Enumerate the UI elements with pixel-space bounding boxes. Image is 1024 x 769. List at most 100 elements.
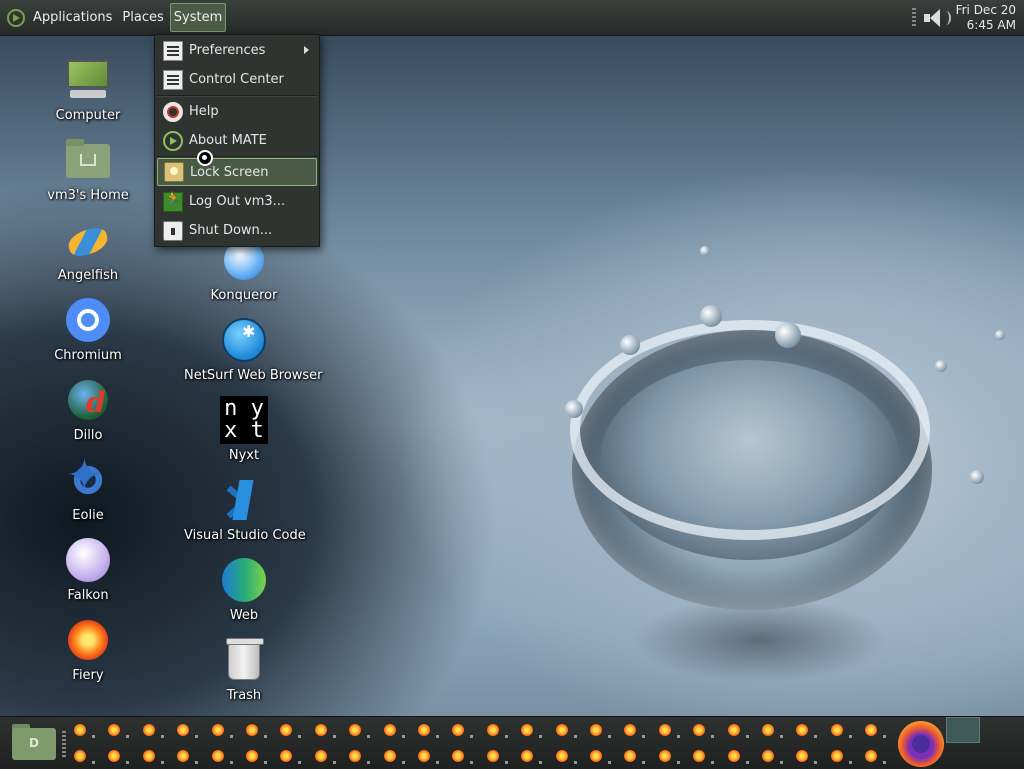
window-list-item-icon[interactable]	[796, 724, 809, 736]
home-folder-icon	[64, 136, 112, 184]
window-list-item-icon[interactable]	[727, 724, 740, 736]
window-list-item-icon[interactable]	[452, 750, 465, 762]
submenu-arrow-icon	[304, 46, 309, 54]
window-list-separator	[814, 735, 818, 738]
window-list-item-icon[interactable]	[280, 750, 293, 762]
window-list-item-icon[interactable]	[521, 724, 534, 736]
window-list-item-icon[interactable]	[796, 750, 809, 762]
places-menu[interactable]: Places	[118, 6, 167, 29]
window-list-separator	[401, 761, 405, 764]
window-list-item-icon[interactable]	[865, 750, 878, 762]
window-list-item-icon[interactable]	[246, 724, 258, 736]
window-list-separator	[92, 735, 95, 738]
window-list-item-icon[interactable]	[383, 750, 396, 762]
window-list-item-icon[interactable]	[246, 750, 258, 762]
window-list-item-icon[interactable]	[280, 724, 293, 736]
desktop-icon-label: Angelfish	[57, 268, 119, 283]
window-list-item-icon[interactable]	[108, 724, 121, 736]
window-list-item-icon[interactable]	[211, 750, 224, 762]
window-list-item-icon[interactable]	[383, 724, 396, 736]
eolie-icon	[64, 450, 112, 504]
clock-date: Fri Dec 20	[955, 2, 1016, 17]
window-list-separator	[195, 735, 199, 738]
log-out-icon	[163, 191, 183, 212]
dillo-icon: d	[64, 376, 112, 424]
window-list-item-icon[interactable]	[314, 750, 327, 762]
file-manager-letter: D	[29, 736, 39, 750]
window-list-item-icon[interactable]	[349, 750, 362, 762]
window-list-item-icon[interactable]	[74, 724, 86, 736]
window-list-item-icon[interactable]	[142, 750, 155, 762]
window-list-item-icon[interactable]	[452, 724, 465, 736]
window-list-item-icon[interactable]	[693, 724, 706, 736]
menu-item-about-mate[interactable]: About MATE	[157, 127, 317, 154]
menu-item-label: Lock Screen	[190, 164, 269, 180]
window-list-item-icon[interactable]	[624, 724, 637, 736]
window-list-item-icon[interactable]	[177, 750, 190, 762]
desktop-icon-home[interactable]: vm3's Home	[28, 136, 148, 203]
window-list-separator	[229, 735, 233, 738]
window-list-item-icon[interactable]	[590, 724, 602, 736]
menu-item-control-center[interactable]: Control Center	[157, 66, 317, 93]
window-list-item-icon[interactable]	[830, 724, 843, 736]
window-list-item-icon[interactable]	[521, 750, 534, 762]
desktop-icon-computer[interactable]: Computer	[28, 56, 148, 123]
file-manager-icon[interactable]: D	[12, 722, 56, 762]
top-panel: Applications Places System Fri Dec 20 6:…	[0, 0, 1024, 36]
window-list-item-icon[interactable]	[590, 750, 602, 762]
desktop-icon-chromium[interactable]: Chromium	[28, 296, 148, 363]
window-list-item-icon[interactable]	[486, 724, 499, 736]
window-list-item-icon[interactable]	[314, 724, 327, 736]
desktop-icon-dillo[interactable]: d Dillo	[28, 376, 148, 443]
desktop-icon-angelfish[interactable]: Angelfish	[28, 216, 148, 283]
desktop-icon-eolie[interactable]: Eolie	[28, 450, 148, 523]
menu-item-lock-screen[interactable]: Lock Screen	[157, 158, 317, 186]
window-list-item-icon[interactable]	[486, 750, 499, 762]
window-list-item-icon[interactable]	[555, 724, 568, 736]
panel-drag-handle[interactable]	[911, 7, 916, 28]
menu-item-label: About MATE	[189, 133, 267, 148]
system-menu[interactable]: System	[169, 3, 227, 32]
workspace-switcher[interactable]	[946, 717, 980, 743]
window-list-item-icon[interactable]	[762, 724, 774, 736]
window-list-item-icon[interactable]	[693, 750, 706, 762]
window-list-item-icon[interactable]	[658, 750, 671, 762]
desktop-icon-fiery[interactable]: Fiery	[28, 616, 148, 683]
desktop-icon-nyxt[interactable]: n y x t Nyxt	[184, 396, 304, 463]
window-list-item-icon[interactable]	[108, 750, 121, 762]
menu-item-shut-down[interactable]: Shut Down...	[157, 217, 317, 244]
mate-logo-icon[interactable]	[7, 8, 25, 27]
desktop-icon-trash[interactable]: Trash	[184, 636, 304, 703]
firefox-icon[interactable]	[898, 721, 944, 767]
window-list-separator	[780, 735, 783, 738]
menu-item-preferences[interactable]: Preferences	[157, 37, 317, 64]
volume-icon[interactable]	[922, 6, 951, 30]
desktop-icon-netsurf[interactable]: NetSurf Web Browser	[184, 316, 323, 383]
clock[interactable]: Fri Dec 20 6:45 AM	[956, 3, 1016, 33]
window-list-item-icon[interactable]	[418, 750, 430, 762]
window-list-item-icon[interactable]	[349, 724, 362, 736]
window-list-separator	[539, 761, 543, 764]
window-list-item-icon[interactable]	[830, 750, 843, 762]
window-list-item-icon[interactable]	[727, 750, 740, 762]
desktop-icon-web[interactable]: Web	[184, 556, 304, 623]
window-list-item-icon[interactable]	[74, 750, 86, 762]
window-list-item-icon[interactable]	[624, 750, 637, 762]
desktop-icon-falkon[interactable]: Falkon	[28, 536, 148, 603]
window-list-item-icon[interactable]	[211, 724, 224, 736]
desktop-icon-vscode[interactable]: Visual Studio Code	[184, 476, 306, 543]
window-list-separator	[711, 735, 715, 738]
panel-drag-handle[interactable]	[62, 731, 66, 757]
window-list-separator	[848, 735, 852, 738]
window-list-item-icon[interactable]	[418, 724, 430, 736]
window-list-item-icon[interactable]	[555, 750, 568, 762]
window-list-item-icon[interactable]	[865, 724, 878, 736]
window-list-item-icon[interactable]	[177, 724, 190, 736]
desktop-icon-label: Konqueror	[210, 288, 278, 303]
window-list-item-icon[interactable]	[762, 750, 774, 762]
menu-item-help[interactable]: Help	[157, 98, 317, 125]
window-list-item-icon[interactable]	[658, 724, 671, 736]
menu-item-log-out[interactable]: Log Out vm3...	[157, 188, 317, 215]
window-list-item-icon[interactable]	[142, 724, 155, 736]
applications-menu[interactable]: Applications	[29, 6, 116, 29]
